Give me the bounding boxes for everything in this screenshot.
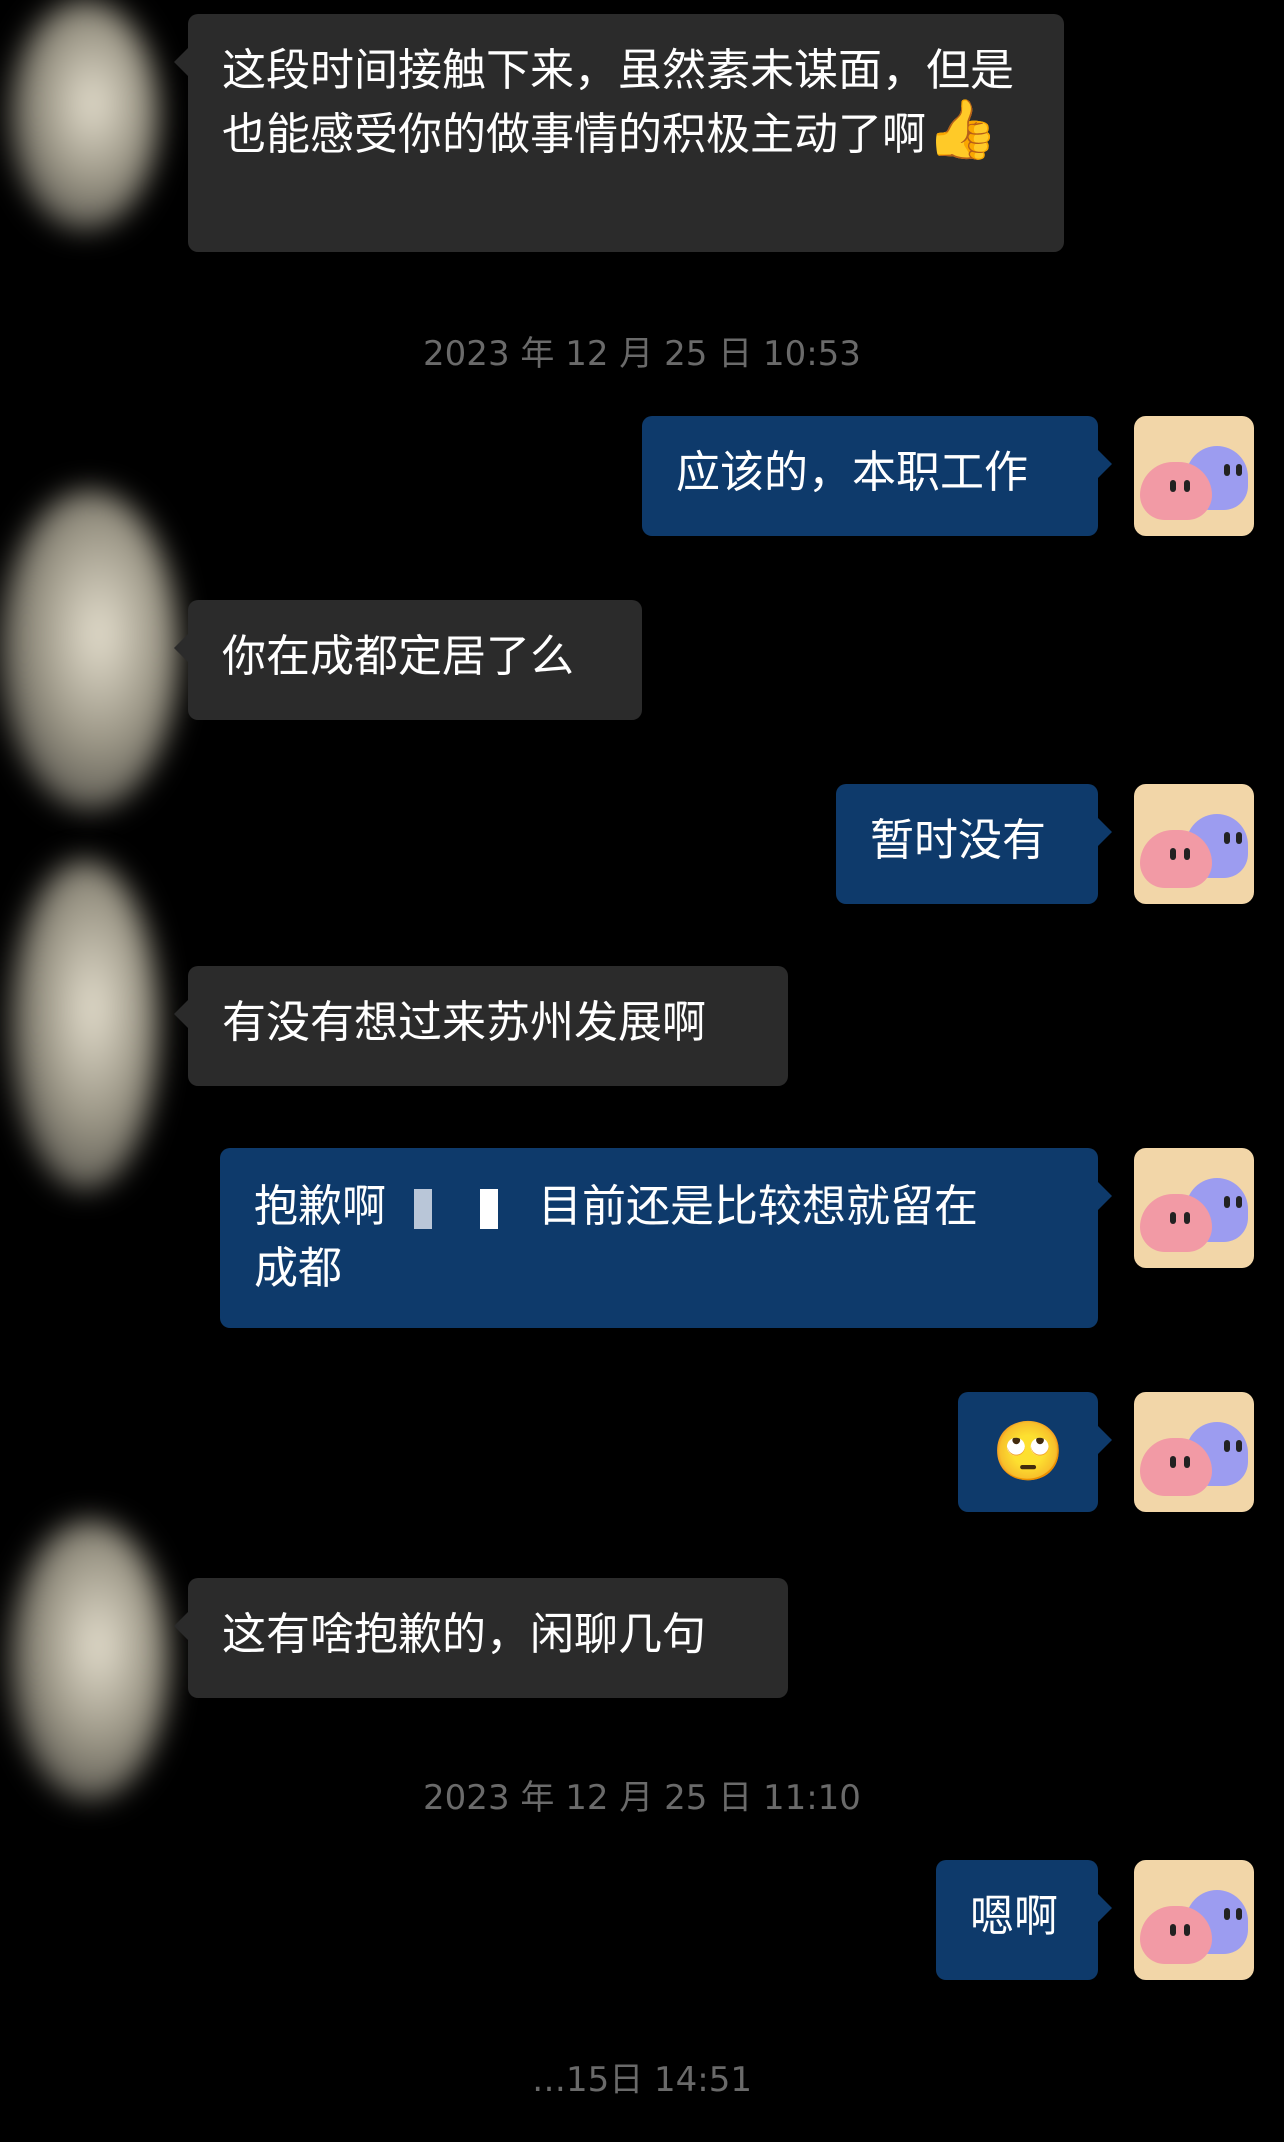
message-bubble-outgoing[interactable]: 抱歉啊 目前还是比较想就留在 成都 (220, 1148, 1112, 1328)
thumbs-up-emoji: 👍 (926, 95, 999, 163)
message-bubble-incoming[interactable]: 这有啥抱歉的，闲聊几句 (174, 1578, 788, 1698)
message-text: 应该的，本职工作 (676, 447, 1028, 498)
redaction-mark (480, 1189, 498, 1229)
message-bubble-incoming[interactable]: 这段时间接触下来，虽然素未谋面，但是也能感受你的做事情的积极主动了啊👍 (174, 14, 1064, 252)
message-bubble-outgoing[interactable]: 嗯啊 (936, 1860, 1112, 1980)
message-text: 这段时间接触下来，虽然素未谋面，但是也能感受你的做事情的积极主动了啊 (222, 45, 1014, 160)
contact-avatar[interactable] (10, 1520, 170, 1800)
message-text: 成都 (254, 1243, 342, 1294)
user-avatar[interactable] (1134, 784, 1254, 904)
message-timestamp: …15日 14:51 (531, 2060, 753, 2100)
user-avatar[interactable] (1134, 1148, 1254, 1268)
user-avatar[interactable] (1134, 1392, 1254, 1512)
message-text: 这有啥抱歉的，闲聊几句 (222, 1609, 706, 1660)
message-bubble-outgoing[interactable]: 应该的，本职工作 (642, 416, 1112, 536)
chat-conversation: 这段时间接触下来，虽然素未谋面，但是也能感受你的做事情的积极主动了啊👍 2023… (0, 0, 1284, 2142)
message-text: 目前还是比较想就留在 (538, 1181, 978, 1232)
message-bubble-outgoing[interactable]: 暂时没有 (836, 784, 1112, 904)
message-bubble-incoming[interactable]: 你在成都定居了么 (174, 600, 642, 720)
message-text: 有没有想过来苏州发展啊 (222, 997, 706, 1048)
message-text: 暂时没有 (870, 815, 1046, 866)
contact-avatar[interactable] (0, 490, 180, 810)
message-timestamp: 2023 年 12 月 25 日 11:10 (423, 1778, 861, 1818)
contact-avatar[interactable] (10, 0, 160, 230)
message-text: 抱歉啊 (254, 1181, 386, 1232)
message-text: 嗯啊 (970, 1891, 1058, 1942)
redaction-mark (414, 1189, 432, 1229)
message-bubble-outgoing[interactable]: 🙄 (958, 1392, 1112, 1512)
message-text: 你在成都定居了么 (222, 631, 574, 682)
message-bubble-incoming[interactable]: 有没有想过来苏州发展啊 (174, 966, 788, 1086)
rolling-eyes-emoji: 🙄 (992, 1417, 1065, 1485)
contact-avatar[interactable] (10, 860, 160, 1190)
user-avatar[interactable] (1134, 1860, 1254, 1980)
user-avatar[interactable] (1134, 416, 1254, 536)
message-timestamp: 2023 年 12 月 25 日 10:53 (423, 334, 861, 374)
